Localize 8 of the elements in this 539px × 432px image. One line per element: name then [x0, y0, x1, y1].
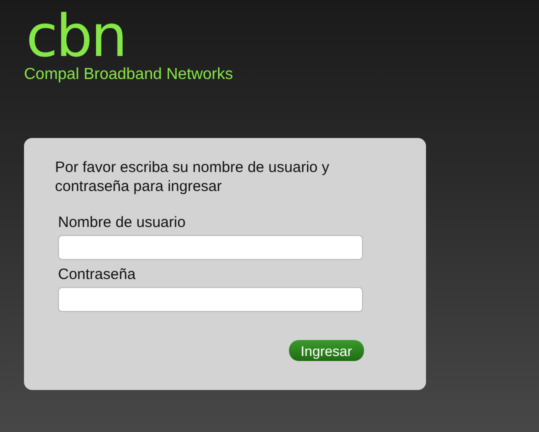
company-name: Compal Broadband Networks	[24, 66, 233, 84]
field-label: Nombre de usuario	[58, 214, 187, 231]
instructions: Por favor escriba su nombre de usuario y contraseña para ingresar	[55, 158, 330, 196]
input-field[interactable]	[58, 235, 363, 260]
login-button[interactable]: Ingresar	[288, 340, 364, 361]
input-field[interactable]	[58, 287, 363, 312]
logo-mark: cbn	[26, 8, 126, 64]
field-label: Contraseña	[58, 266, 137, 283]
